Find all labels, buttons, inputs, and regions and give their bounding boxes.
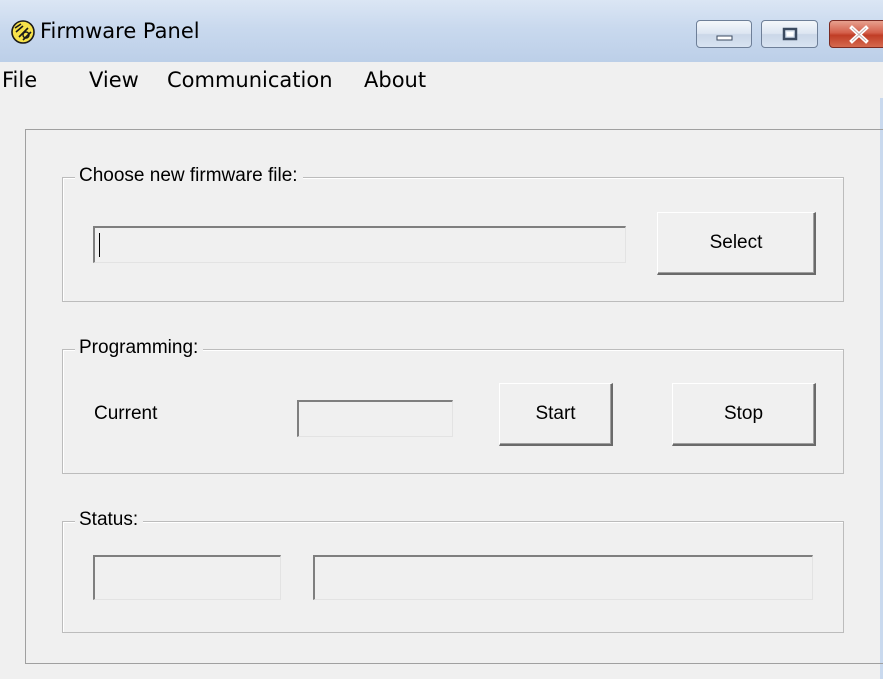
- maximize-button[interactable]: [761, 20, 818, 48]
- menu-view[interactable]: View: [89, 66, 139, 94]
- menu-file[interactable]: File: [2, 66, 37, 94]
- title-bar[interactable]: Firmware Panel: [0, 0, 883, 62]
- firmware-file-path-field[interactable]: [93, 226, 626, 263]
- maximize-icon: [782, 27, 798, 41]
- programming-group-label: Programming:: [75, 336, 204, 360]
- select-button[interactable]: Select: [657, 212, 816, 275]
- programming-group: Programming: Current Start Stop: [62, 336, 844, 474]
- window-title: Firmware Panel: [40, 19, 200, 43]
- stop-button[interactable]: Stop: [672, 383, 816, 446]
- status-group-label: Status:: [75, 508, 144, 532]
- close-button[interactable]: [829, 20, 883, 48]
- text-caret: [99, 233, 100, 257]
- current-label: Current: [94, 403, 158, 424]
- close-icon: [849, 25, 869, 44]
- menu-about[interactable]: About: [364, 66, 426, 94]
- start-button[interactable]: Start: [499, 383, 613, 446]
- minimize-icon: [716, 35, 733, 41]
- menu-communication[interactable]: Communication: [167, 66, 333, 94]
- status-code-field: [93, 555, 281, 600]
- menu-bar: File View Communication About: [0, 62, 883, 98]
- firmware-app-icon: [11, 20, 35, 44]
- current-value-field: [297, 400, 453, 437]
- firmware-file-group-label: Choose new firmware file:: [75, 164, 303, 188]
- status-group: Status:: [62, 508, 844, 633]
- firmware-file-group: Choose new firmware file: Select: [62, 164, 844, 302]
- status-message-field: [313, 555, 813, 600]
- minimize-button[interactable]: [696, 20, 752, 48]
- main-panel: Choose new firmware file: Select Program…: [25, 129, 883, 664]
- firmware-panel-window: Firmware Panel File View Communication A…: [0, 0, 883, 679]
